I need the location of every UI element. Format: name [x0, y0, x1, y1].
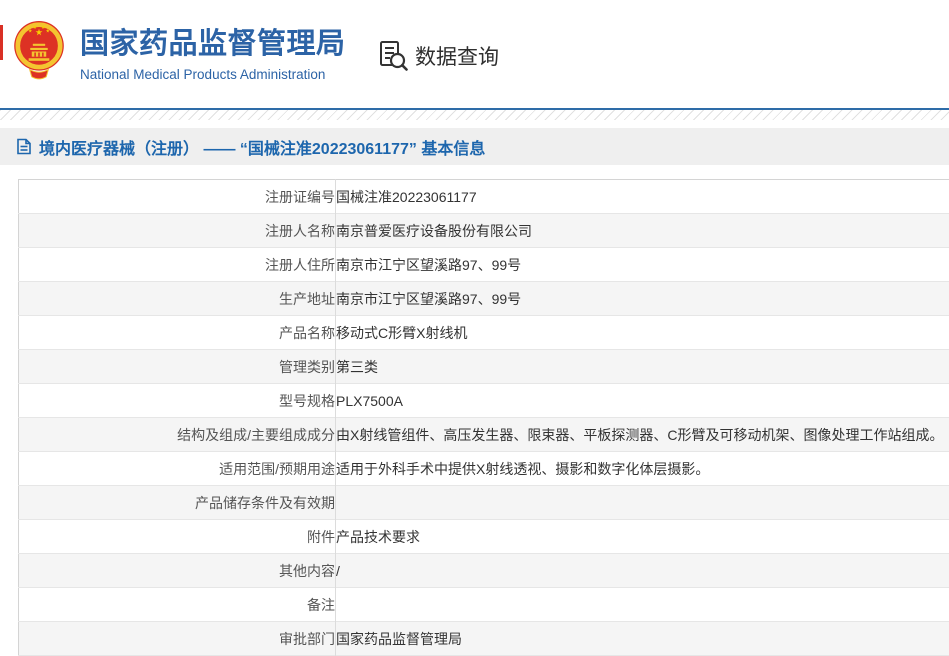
row-value: 第三类	[336, 350, 949, 384]
row-value: 移动式C形臂X射线机	[336, 316, 949, 350]
breadcrumb-bar: 境内医疗器械（注册） —— “国械注准20223061177” 基本信息	[0, 128, 949, 165]
row-value	[336, 588, 949, 622]
row-value: /	[336, 554, 949, 588]
row-label: 备注	[19, 588, 336, 622]
row-value: 南京普爱医疗设备股份有限公司	[336, 214, 949, 248]
registration-info-section: 注册证编号 国械注准20223061177 注册人名称 南京普爱医疗设备股份有限…	[18, 179, 949, 656]
data-query-label: 数据查询	[415, 41, 499, 71]
table-row: 注册人名称 南京普爱医疗设备股份有限公司	[19, 214, 949, 248]
table-row: 结构及组成/主要组成成分 由X射线管组件、高压发生器、限束器、平板探测器、C形臂…	[19, 418, 949, 452]
row-value: 适用于外科手术中提供X射线透视、摄影和数字化体层摄影。	[336, 452, 949, 486]
table-row: 附件 产品技术要求	[19, 520, 949, 554]
data-query-link[interactable]: 数据查询	[378, 40, 499, 72]
row-value: 国械注准20223061177	[336, 180, 949, 214]
national-emblem-icon	[13, 20, 65, 82]
row-label: 注册人住所	[19, 248, 336, 282]
row-label: 其他内容	[19, 554, 336, 588]
row-label: 审批部门	[19, 622, 336, 656]
document-icon	[16, 138, 32, 155]
registration-info-table: 注册证编号 国械注准20223061177 注册人名称 南京普爱医疗设备股份有限…	[18, 179, 949, 656]
row-label: 结构及组成/主要组成成分	[19, 418, 336, 452]
row-label: 型号规格	[19, 384, 336, 418]
site-subtitle: National Medical Products Administration	[80, 67, 346, 82]
table-row: 生产地址 南京市江宁区望溪路97、99号	[19, 282, 949, 316]
row-value: 产品技术要求	[336, 520, 949, 554]
table-row: 管理类别 第三类	[19, 350, 949, 384]
row-value: PLX7500A	[336, 384, 949, 418]
table-row: 其他内容 /	[19, 554, 949, 588]
row-label: 适用范围/预期用途	[19, 452, 336, 486]
site-title-block: 国家药品监督管理局 National Medical Products Admi…	[80, 27, 346, 82]
site-header: 国家药品监督管理局 National Medical Products Admi…	[0, 0, 949, 108]
row-label: 附件	[19, 520, 336, 554]
document-search-icon	[378, 40, 408, 72]
site-title: 国家药品监督管理局	[80, 27, 346, 62]
page-title: 境内医疗器械（注册） —— “国械注准20223061177” 基本信息	[39, 135, 485, 159]
row-label: 产品名称	[19, 316, 336, 350]
table-row: 审批部门 国家药品监督管理局	[19, 622, 949, 656]
row-label: 注册人名称	[19, 214, 336, 248]
table-row: 型号规格 PLX7500A	[19, 384, 949, 418]
row-value	[336, 486, 949, 520]
table-row: 注册证编号 国械注准20223061177	[19, 180, 949, 214]
row-value: 南京市江宁区望溪路97、99号	[336, 248, 949, 282]
table-row: 产品储存条件及有效期	[19, 486, 949, 520]
row-value: 国家药品监督管理局	[336, 622, 949, 656]
red-edge-fragment	[0, 25, 3, 60]
row-value: 南京市江宁区望溪路97、99号	[336, 282, 949, 316]
table-row: 注册人住所 南京市江宁区望溪路97、99号	[19, 248, 949, 282]
row-label: 产品储存条件及有效期	[19, 486, 336, 520]
table-row: 备注	[19, 588, 949, 622]
table-row: 适用范围/预期用途 适用于外科手术中提供X射线透视、摄影和数字化体层摄影。	[19, 452, 949, 486]
hatch-pattern-strip	[0, 110, 949, 120]
row-label: 生产地址	[19, 282, 336, 316]
breadcrumb: 境内医疗器械（注册） —— “国械注准20223061177” 基本信息	[16, 135, 485, 159]
row-label: 管理类别	[19, 350, 336, 384]
row-value: 由X射线管组件、高压发生器、限束器、平板探测器、C形臂及可移动机架、图像处理工作…	[336, 418, 949, 452]
row-label: 注册证编号	[19, 180, 336, 214]
table-row: 产品名称 移动式C形臂X射线机	[19, 316, 949, 350]
